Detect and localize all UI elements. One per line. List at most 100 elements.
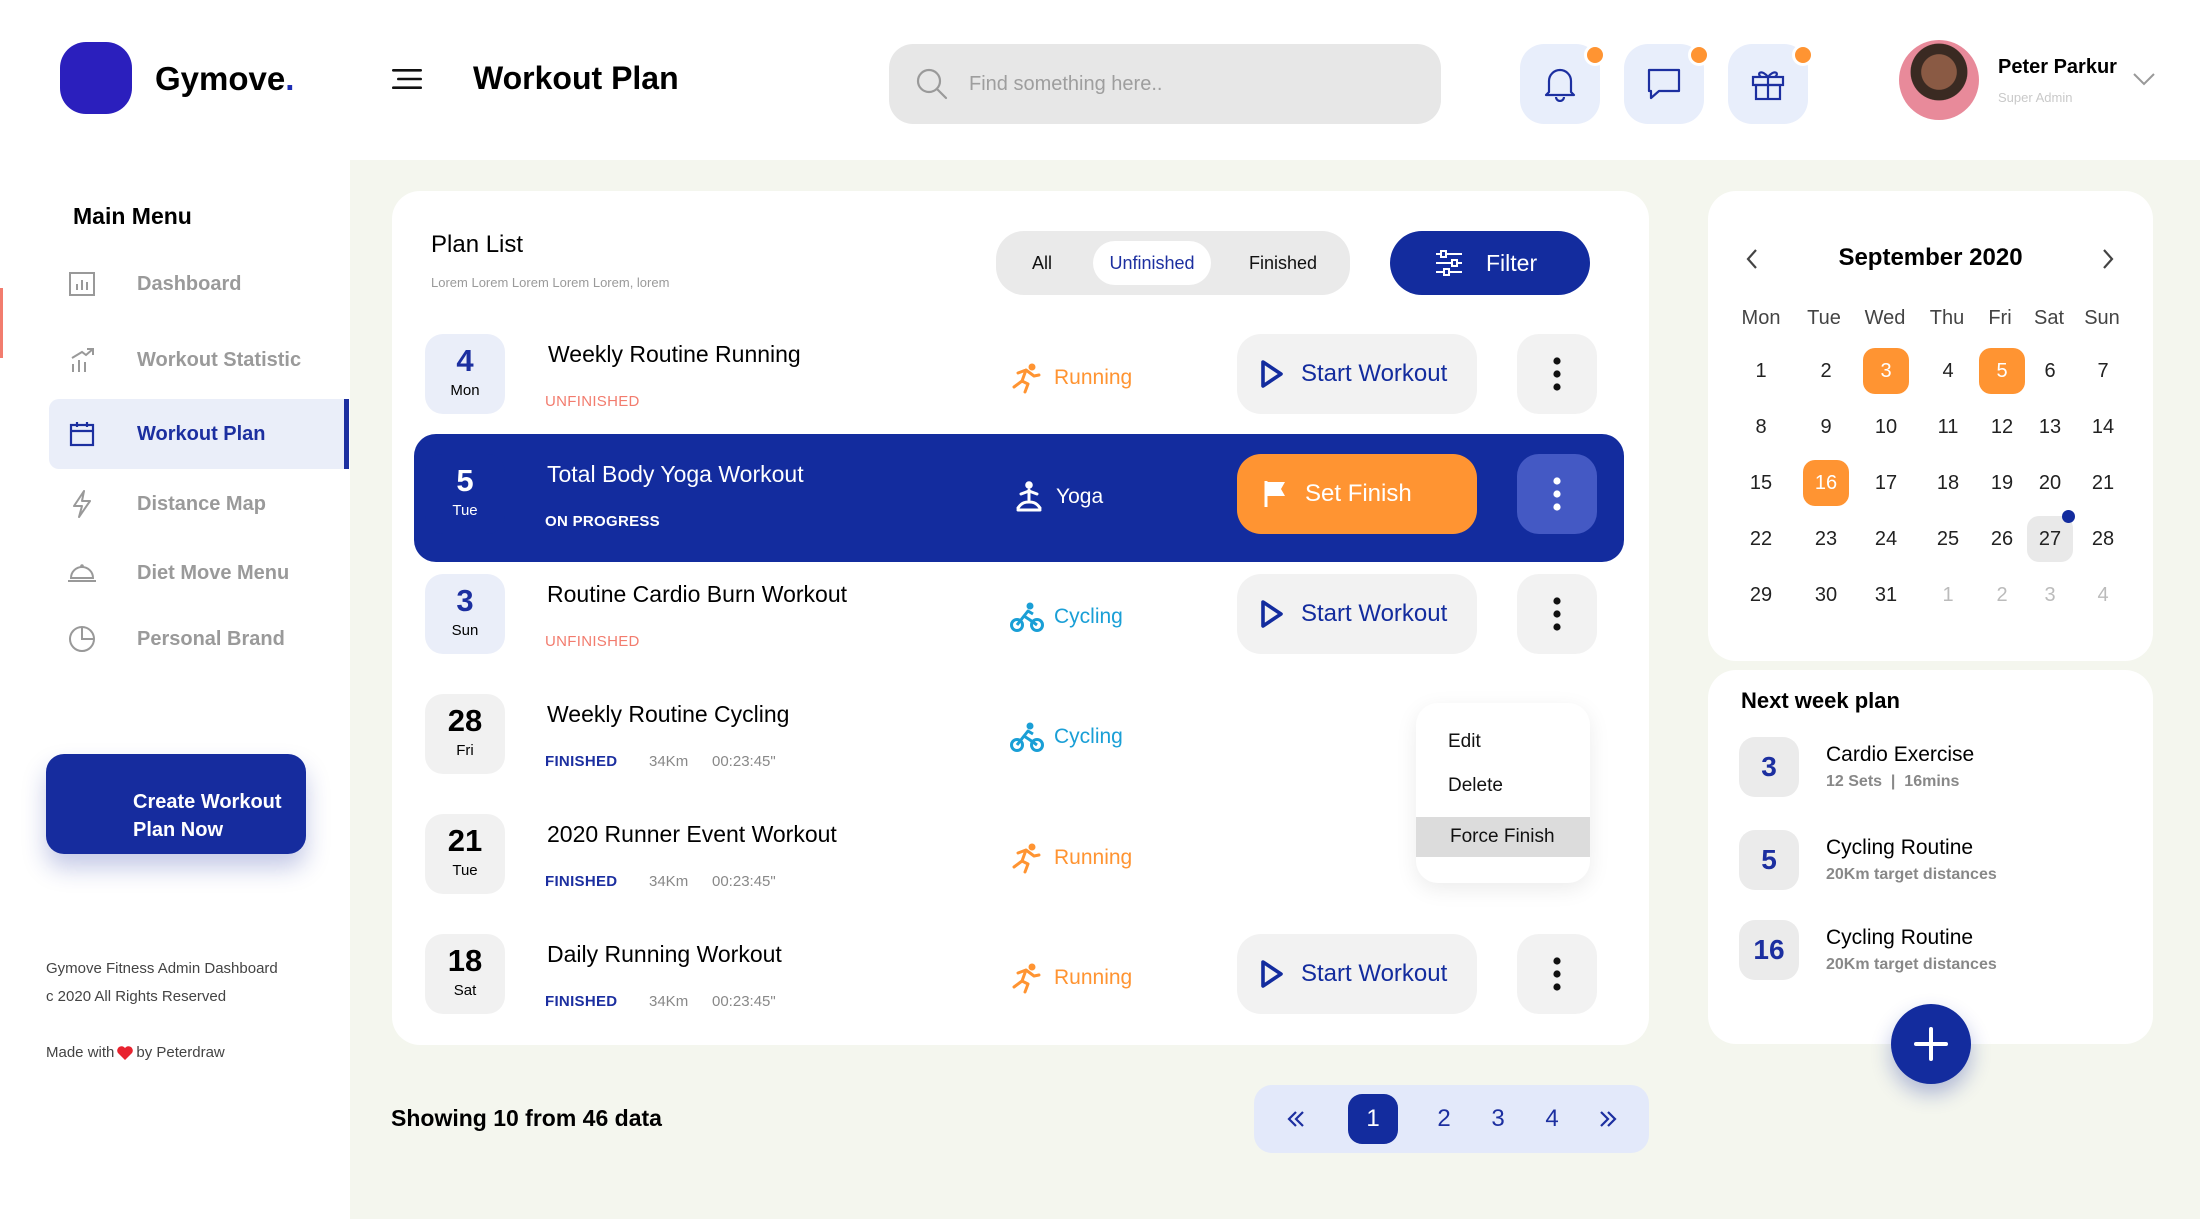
calendar-day[interactable]: 13 [2027, 404, 2073, 450]
calendar-day[interactable]: 2 [1979, 572, 2025, 618]
tab-finished[interactable]: Finished [1228, 241, 1338, 285]
more-options-button[interactable] [1517, 454, 1597, 534]
calendar-day[interactable]: 12 [1979, 404, 2025, 450]
calendar-day[interactable]: 1 [1925, 572, 1971, 618]
row-activity: Running [1010, 962, 1132, 994]
play-icon [1259, 599, 1285, 629]
menu-item-force-finish[interactable]: Force Finish [1416, 817, 1590, 857]
row-status: ON PROGRESS [545, 513, 660, 530]
pagination: 1 2 3 4 [1254, 1085, 1649, 1153]
calendar-day[interactable]: 16 [1803, 460, 1849, 506]
plan-item-sub: 12 Sets | 16mins [1826, 773, 1960, 790]
calendar-day[interactable]: 19 [1979, 460, 2025, 506]
weekday-label: Sat [2033, 307, 2065, 329]
first-page-icon[interactable] [1270, 1094, 1320, 1144]
sidebar-item-label: Diet Move Menu [137, 561, 290, 584]
gifts-button[interactable] [1728, 44, 1814, 124]
search-input[interactable] [969, 72, 1389, 96]
calendar-day[interactable]: 10 [1863, 404, 1909, 450]
more-options-button[interactable] [1517, 574, 1597, 654]
row-workout-name: Weekly Routine Running [548, 341, 801, 367]
calendar-day[interactable]: 29 [1738, 572, 1784, 618]
calendar-day[interactable]: 18 [1925, 460, 1971, 506]
hamburger-menu-icon[interactable] [392, 68, 422, 90]
weekday-label: Thu [1929, 307, 1965, 329]
sidebar-item-diet-move-menu[interactable]: Diet Move Menu [49, 538, 349, 608]
calendar-day[interactable]: 9 [1803, 404, 1849, 450]
calendar-day[interactable]: 5 [1979, 348, 2025, 394]
set-finish-button[interactable]: Set Finish [1237, 454, 1477, 534]
sidebar-item-label: Dashboard [137, 272, 242, 295]
start-workout-button[interactable]: Start Workout [1237, 934, 1477, 1014]
add-plan-button[interactable] [1891, 1004, 1971, 1084]
cta-line: Plan Now [133, 819, 224, 841]
calendar-day[interactable]: 27 [2027, 510, 2075, 562]
calendar-day[interactable]: 6 [2027, 348, 2073, 394]
plan-item-title[interactable]: Cycling Routine [1826, 836, 1973, 860]
chevron-down-icon[interactable] [2132, 72, 2156, 86]
calendar-icon [49, 421, 115, 447]
calendar-day[interactable]: 14 [2080, 404, 2126, 450]
messages-button[interactable] [1624, 44, 1710, 124]
calendar-day[interactable]: 1 [1738, 348, 1784, 394]
row-status: FINISHED [545, 993, 618, 1010]
calendar-day[interactable]: 28 [2080, 516, 2126, 562]
plan-item-sub: 20Km target distances [1826, 956, 1997, 973]
calendar-day[interactable]: 15 [1738, 460, 1784, 506]
calendar-day[interactable]: 3 [1863, 348, 1909, 394]
calendar-day[interactable]: 23 [1803, 516, 1849, 562]
tab-unfinished[interactable]: Unfinished [1093, 241, 1211, 285]
calendar-day[interactable]: 11 [1925, 404, 1971, 450]
bell-icon [1543, 66, 1577, 102]
notifications-button[interactable] [1520, 44, 1606, 124]
calendar-day[interactable]: 7 [2080, 348, 2126, 394]
user-name: Peter Parkur [1998, 56, 2117, 78]
calendar-day[interactable]: 26 [1979, 516, 2025, 562]
row-status: UNFINISHED [545, 633, 640, 650]
menu-item-edit[interactable]: Edit [1416, 731, 1590, 753]
event-dot [2062, 510, 2075, 523]
page-3[interactable]: 3 [1473, 1094, 1523, 1144]
calendar-day[interactable]: 22 [1738, 516, 1784, 562]
menu-item-delete[interactable]: Delete [1416, 775, 1590, 797]
row-date-box: 28 Fri [425, 694, 505, 774]
sidebar-item-workout-statistic[interactable]: Workout Statistic [49, 325, 349, 395]
page-1[interactable]: 1 [1348, 1094, 1398, 1144]
more-options-button[interactable] [1517, 334, 1597, 414]
sidebar-item-dashboard[interactable]: Dashboard [49, 249, 349, 319]
more-options-button[interactable] [1517, 934, 1597, 1014]
start-workout-button[interactable]: Start Workout [1237, 334, 1477, 414]
calendar-day[interactable]: 4 [2080, 572, 2126, 618]
plan-item-title[interactable]: Cycling Routine [1826, 926, 1973, 950]
chevron-right-icon[interactable] [2101, 248, 2115, 270]
calendar-day[interactable]: 24 [1863, 516, 1909, 562]
user-avatar[interactable] [1899, 40, 1979, 120]
chat-icon [1646, 67, 1682, 101]
filter-button[interactable]: Filter [1390, 231, 1590, 295]
page-4[interactable]: 4 [1527, 1094, 1577, 1144]
calendar-day[interactable]: 20 [2027, 460, 2073, 506]
plan-item-title[interactable]: Cardio Exercise [1826, 743, 1974, 767]
calendar-day[interactable]: 17 [1863, 460, 1909, 506]
row-duration: 00:23:45" [712, 873, 776, 890]
calendar-day[interactable]: 31 [1863, 572, 1909, 618]
sidebar-item-workout-plan[interactable]: Workout Plan [49, 399, 349, 469]
calendar-day[interactable]: 30 [1803, 572, 1849, 618]
row-duration: 00:23:45" [712, 753, 776, 770]
calendar-day[interactable]: 2 [1803, 348, 1849, 394]
calendar-day[interactable]: 8 [1738, 404, 1784, 450]
last-page-icon[interactable] [1584, 1094, 1634, 1144]
calendar-day[interactable]: 3 [2027, 572, 2073, 618]
row-distance: 34Km [649, 873, 689, 890]
create-workout-plan-button[interactable]: Create Workout Plan Now [46, 754, 306, 854]
tab-all[interactable]: All [1016, 241, 1068, 285]
page-2[interactable]: 2 [1419, 1094, 1469, 1144]
calendar-day[interactable]: 21 [2080, 460, 2126, 506]
calendar-day[interactable]: 25 [1925, 516, 1971, 562]
calendar-day[interactable]: 4 [1925, 348, 1971, 394]
search-bar[interactable] [889, 44, 1441, 124]
start-workout-button[interactable]: Start Workout [1237, 574, 1477, 654]
sidebar-item-personal-brand[interactable]: Personal Brand [49, 604, 349, 674]
sidebar-item-distance-map[interactable]: Distance Map [49, 469, 349, 539]
row-status: FINISHED [545, 753, 618, 770]
